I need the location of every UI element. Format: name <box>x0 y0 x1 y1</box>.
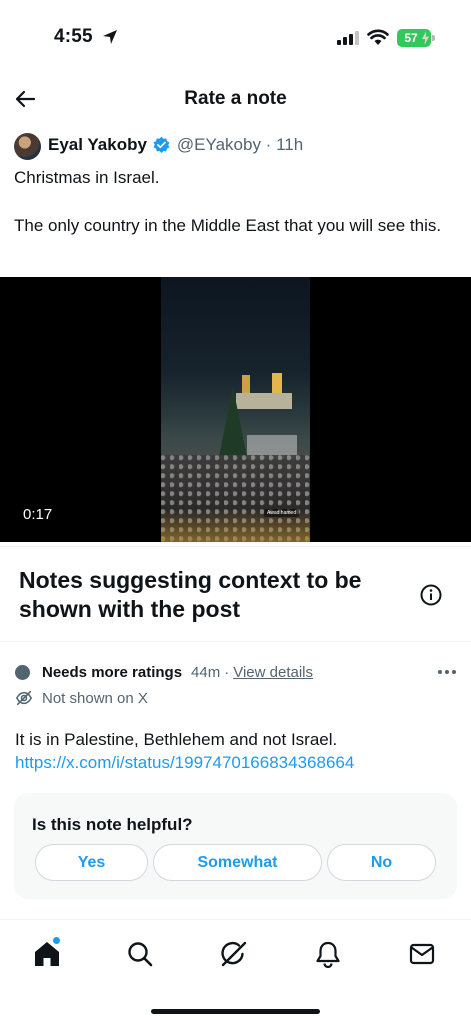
search-icon[interactable] <box>126 940 154 968</box>
page-title: Rate a note <box>184 88 287 109</box>
home-notification-dot <box>53 937 60 944</box>
messages-icon[interactable] <box>408 940 436 968</box>
notes-section-title: Notes suggesting context to be shown wit… <box>19 567 362 622</box>
divider <box>0 641 471 642</box>
wifi-icon <box>367 29 389 45</box>
battery-level: 57 <box>404 31 418 45</box>
battery-indicator: 57 <box>397 29 431 47</box>
eye-off-icon <box>15 690 33 706</box>
status-bar: 4:55 57 <box>0 0 471 72</box>
church-graphic <box>234 373 294 415</box>
author-row: Eyal Yakoby @EYakoby · 11h <box>48 135 303 155</box>
not-shown-row: Not shown on X <box>15 688 148 708</box>
avatar[interactable] <box>14 133 41 160</box>
separator-dot: · <box>224 663 230 681</box>
battery-cap <box>432 35 435 41</box>
author-name[interactable]: Eyal Yakoby <box>48 135 147 155</box>
note-text: It is in Palestine, Bethlehem and not Is… <box>15 730 338 749</box>
video-frame: Awad hamed <box>161 277 310 542</box>
note-status-row: Needs more ratings 44m · View details <box>15 662 313 682</box>
info-icon[interactable] <box>419 583 443 607</box>
tab-bar <box>0 919 471 1024</box>
video-watermark: Awad hamed <box>264 509 300 517</box>
rating-question: Is this note helpful? <box>32 815 193 834</box>
home-icon[interactable] <box>33 940 61 968</box>
location-arrow-icon <box>103 30 117 44</box>
no-button[interactable]: No <box>327 844 436 881</box>
home-indicator <box>151 1009 320 1014</box>
divider <box>0 546 471 547</box>
grok-icon[interactable] <box>220 940 248 968</box>
note-link[interactable]: https://x.com/i/status/19974701668343686… <box>15 751 354 774</box>
status-dot <box>15 664 30 680</box>
post-text: Christmas in Israel. The only country in… <box>14 168 442 235</box>
author-handle[interactable]: @EYakoby · 11h <box>177 135 303 155</box>
yes-button[interactable]: Yes <box>35 844 148 881</box>
rating-card: Is this note helpful? Yes Somewhat No <box>14 793 457 899</box>
note-status-label: Needs more ratings <box>42 663 183 681</box>
notifications-icon[interactable] <box>314 940 342 968</box>
note-time: 44m <box>191 663 221 681</box>
verified-badge-icon <box>153 136 170 153</box>
view-details-link[interactable]: View details <box>233 664 313 681</box>
cellular-signal-icon <box>337 31 359 45</box>
not-shown-label: Not shown on X <box>42 689 148 707</box>
more-options-icon[interactable] <box>437 664 457 680</box>
somewhat-button[interactable]: Somewhat <box>153 844 322 881</box>
status-time: 4:55 <box>54 26 93 47</box>
header: Rate a note <box>0 72 471 126</box>
video-player[interactable]: Awad hamed 0:17 <box>0 277 471 542</box>
video-duration: 0:17 <box>23 506 53 523</box>
